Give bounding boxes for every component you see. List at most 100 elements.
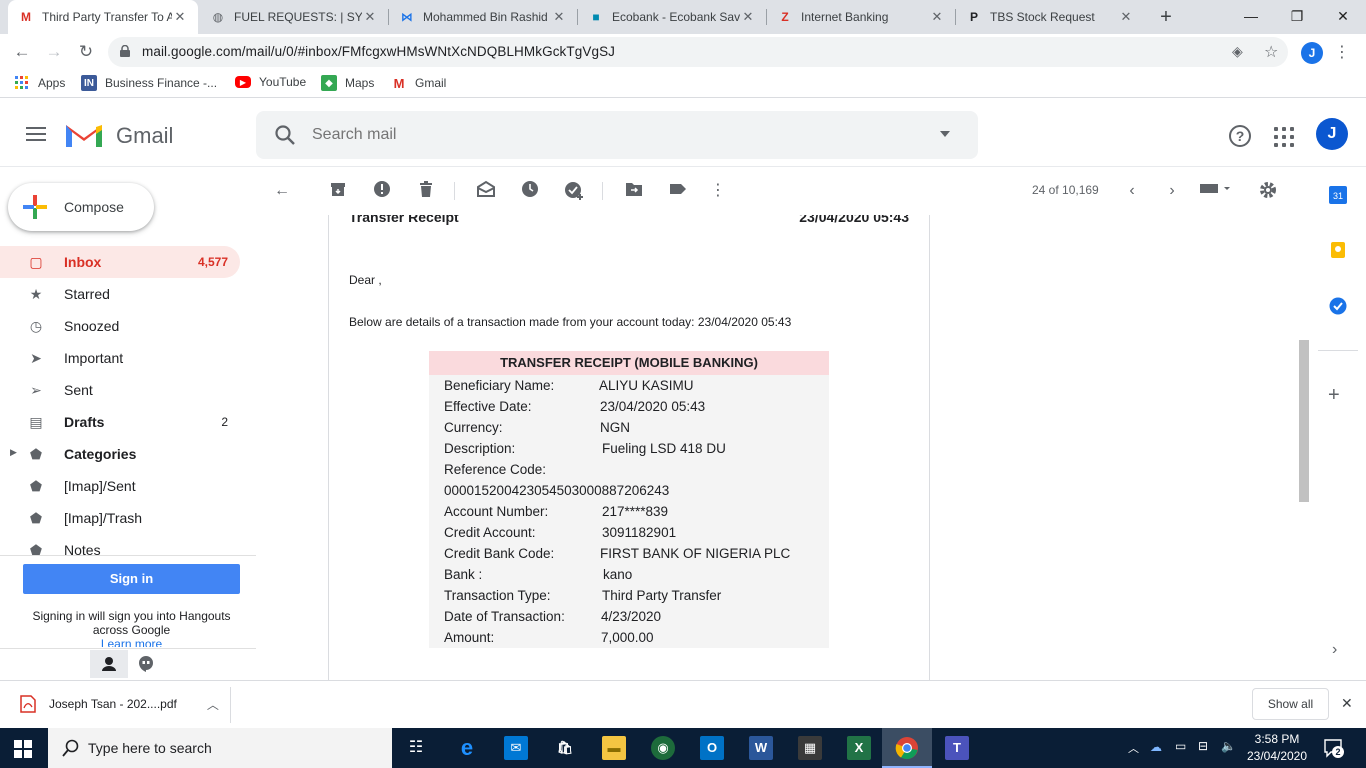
sidebar-item-imap-trash[interactable]: ⬟ [Imap]/Trash: [0, 502, 240, 534]
tab-internet-banking[interactable]: Z Internet Banking ✕: [767, 0, 955, 34]
newer-chevron-icon[interactable]: ‹: [1121, 180, 1143, 202]
task-view-icon[interactable]: ☷: [404, 736, 428, 760]
account-avatar[interactable]: J: [1316, 118, 1348, 150]
expand-arrow-icon[interactable]: ▶: [10, 447, 17, 458]
download-options-chevron-icon[interactable]: ︿: [207, 696, 219, 713]
lock-icon: [120, 45, 130, 57]
report-spam-icon[interactable]: [371, 180, 393, 202]
volume-icon[interactable]: 🔈: [1221, 739, 1236, 753]
bookmark-youtube[interactable]: ▶ YouTube: [235, 75, 306, 89]
add-to-tasks-icon[interactable]: [563, 180, 585, 202]
new-tab-button[interactable]: +: [1154, 5, 1178, 29]
network-icon[interactable]: ⊟: [1198, 739, 1208, 753]
input-tools-icon[interactable]: [1200, 180, 1232, 202]
sidebar-item-drafts[interactable]: ▤ Drafts 2: [0, 406, 240, 438]
close-icon[interactable]: ✕: [740, 9, 756, 25]
hangouts-icon[interactable]: [137, 655, 155, 673]
calculator-icon[interactable]: ▦: [798, 736, 822, 760]
keep-icon[interactable]: [1329, 241, 1347, 259]
taskbar-clock[interactable]: 3:58 PM 23/04/2020: [1242, 731, 1312, 765]
close-icon[interactable]: ✕: [362, 9, 378, 25]
bookmark-business-finance[interactable]: IN Business Finance -...: [81, 75, 217, 91]
support-icon[interactable]: ?: [1229, 125, 1251, 147]
close-downloads-icon[interactable]: ✕: [1341, 695, 1353, 712]
sidebar-item-important[interactable]: ➤ Important: [0, 342, 240, 374]
close-icon[interactable]: ✕: [1118, 9, 1134, 25]
bookmark-gmail[interactable]: M Gmail: [391, 75, 447, 91]
forward-button[interactable]: →: [42, 40, 66, 64]
sidebar-item-imap-sent[interactable]: ⬟ [Imap]/Sent: [0, 470, 240, 502]
sidebar-item-inbox[interactable]: ▢ Inbox 4,577: [0, 246, 240, 278]
download-item[interactable]: Joseph Tsan - 202....pdf ︿: [20, 695, 219, 713]
battery-icon[interactable]: ▭: [1175, 739, 1186, 753]
cloud-sync-icon[interactable]: ☁: [1150, 740, 1162, 754]
main-menu-icon[interactable]: [26, 127, 46, 143]
archive-icon[interactable]: [327, 180, 349, 202]
close-icon[interactable]: ✕: [929, 9, 945, 25]
chrome-taskbar-button[interactable]: [882, 728, 932, 768]
move-to-icon[interactable]: [623, 180, 645, 202]
app-icon[interactable]: ◉: [651, 736, 675, 760]
sidebar-item-notes[interactable]: ⬟ Notes: [0, 534, 240, 556]
outlook-icon[interactable]: O: [700, 736, 724, 760]
file-explorer-icon[interactable]: ▬: [602, 736, 626, 760]
window-close-button[interactable]: ✕: [1320, 0, 1366, 34]
store-icon[interactable]: 🛍: [553, 736, 577, 760]
older-chevron-icon[interactable]: ›: [1161, 180, 1183, 202]
label-tag-icon[interactable]: [667, 180, 689, 202]
back-to-inbox-icon[interactable]: ←: [271, 180, 293, 202]
delete-icon[interactable]: [415, 180, 437, 202]
sidebar-item-snoozed[interactable]: ◷ Snoozed: [0, 310, 240, 342]
more-options-icon[interactable]: ⋮: [707, 180, 729, 202]
tab-fuel-requests[interactable]: ◍ FUEL REQUESTS: | SYST ✕: [200, 0, 388, 34]
mail-app-icon[interactable]: ✉: [504, 736, 528, 760]
search-input[interactable]: [312, 123, 912, 147]
close-icon[interactable]: ✕: [172, 9, 188, 25]
google-apps-icon[interactable]: [1274, 127, 1294, 147]
action-center-icon[interactable]: 2: [1323, 738, 1344, 758]
tab-third-party-transfer[interactable]: M Third Party Transfer To A ✕: [8, 0, 198, 34]
tasks-icon[interactable]: [1329, 297, 1347, 315]
bookmark-maps[interactable]: ◆ Maps: [321, 75, 374, 91]
ecobank-favicon-icon: ■: [592, 10, 600, 24]
bookmark-star-icon[interactable]: ☆: [1264, 42, 1278, 62]
minimize-button[interactable]: —: [1228, 0, 1274, 34]
sidebar-item-categories[interactable]: ▶ ⬟ Categories: [0, 438, 240, 470]
sidebar-item-sent[interactable]: ➢ Sent: [0, 374, 240, 406]
teams-icon[interactable]: T: [945, 736, 969, 760]
mark-unread-icon[interactable]: [475, 180, 497, 202]
tab-tbs-stock-request[interactable]: P TBS Stock Request ✕: [956, 0, 1144, 34]
learn-more-link[interactable]: Learn more: [23, 637, 240, 647]
get-addons-icon[interactable]: +: [1328, 384, 1340, 407]
taskbar-search-box[interactable]: Type here to search: [48, 728, 392, 768]
calendar-icon[interactable]: 31: [1329, 186, 1347, 204]
chrome-profile-avatar[interactable]: J: [1301, 42, 1323, 64]
snooze-icon[interactable]: [519, 180, 541, 202]
excel-icon[interactable]: X: [847, 736, 871, 760]
tab-ecobank[interactable]: ■ Ecobank - Ecobank Sav ✕: [578, 0, 766, 34]
message-scrollbar[interactable]: [1299, 340, 1309, 502]
search-options-icon[interactable]: [940, 131, 950, 137]
search-icon[interactable]: [274, 124, 296, 146]
show-hidden-icons-icon[interactable]: ︿: [1128, 740, 1139, 756]
compose-button[interactable]: Compose: [8, 183, 154, 231]
windows-start-icon[interactable]: [14, 740, 32, 758]
hangouts-sign-in-button[interactable]: Sign in: [23, 564, 240, 594]
maximize-button[interactable]: ❐: [1274, 0, 1320, 34]
back-button[interactable]: ←: [10, 40, 34, 64]
address-bar[interactable]: mail.google.com/mail/u/0/#inbox/FMfcgxwH…: [108, 37, 1288, 67]
word-icon[interactable]: W: [749, 736, 773, 760]
settings-gear-icon[interactable]: [1257, 180, 1279, 202]
tab-mohammed-bin-rashid[interactable]: ⋈ Mohammed Bin Rashid ✕: [389, 0, 577, 34]
show-all-downloads-button[interactable]: Show all: [1252, 688, 1329, 720]
view-icon[interactable]: ◈: [1232, 43, 1243, 60]
hangouts-contacts-tab[interactable]: [90, 650, 128, 678]
edge-browser-icon[interactable]: e: [455, 736, 479, 760]
close-icon[interactable]: ✕: [551, 9, 567, 25]
show-side-panel-chevron-icon[interactable]: ›: [1332, 641, 1337, 659]
chrome-menu-icon[interactable]: ⋮: [1334, 42, 1350, 62]
bookmark-apps[interactable]: Apps: [14, 75, 65, 91]
search-bar[interactable]: [256, 111, 978, 159]
sidebar-item-starred[interactable]: ★ Starred: [0, 278, 240, 310]
reload-button[interactable]: ↻: [74, 40, 98, 64]
